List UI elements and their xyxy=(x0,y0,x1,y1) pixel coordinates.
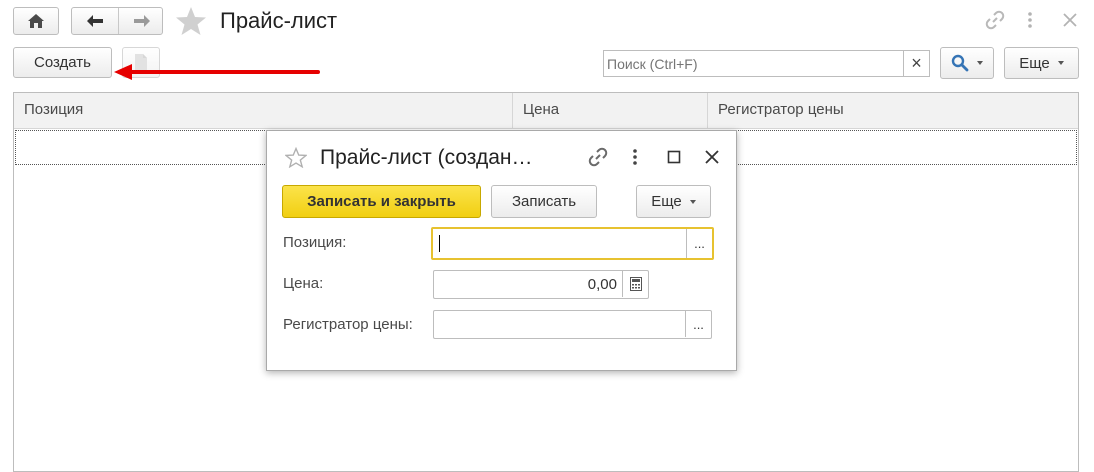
dialog-more-label: Еще xyxy=(651,193,682,210)
price-label: Цена: xyxy=(283,275,324,292)
column-header-price-registrar[interactable]: Регистратор цены xyxy=(708,93,1078,129)
close-icon[interactable] xyxy=(704,149,720,165)
chevron-down-icon xyxy=(689,199,696,204)
price-registrar-select-button[interactable]: ... xyxy=(685,311,711,337)
more-vertical-icon[interactable] xyxy=(1024,10,1036,30)
chevron-down-icon xyxy=(977,61,983,65)
calculator-button[interactable] xyxy=(622,271,648,297)
price-list-create-dialog: Прайс-лист (создан… Записать и закрыть З… xyxy=(266,130,737,371)
favorite-star-icon[interactable] xyxy=(285,147,307,168)
forward-button[interactable] xyxy=(119,8,165,34)
dialog-title: Прайс-лист (создан… xyxy=(320,146,533,169)
arrow-annotation-icon xyxy=(114,64,320,80)
more-button[interactable]: Еще xyxy=(1004,47,1079,79)
table-header: Позиция Цена Регистратор цены xyxy=(14,93,1078,129)
column-header-price[interactable]: Цена xyxy=(513,93,707,129)
more-button-label: Еще xyxy=(1019,54,1050,72)
more-vertical-icon[interactable] xyxy=(630,147,640,167)
home-button[interactable] xyxy=(13,7,59,35)
favorite-star-icon[interactable] xyxy=(175,6,207,36)
search-input[interactable] xyxy=(604,51,902,76)
column-header-position[interactable]: Позиция xyxy=(14,93,512,129)
chevron-down-icon xyxy=(1057,61,1064,65)
price-registrar-label: Регистратор цены: xyxy=(283,316,413,333)
dialog-more-button[interactable]: Еще xyxy=(636,185,711,218)
navigation-buttons xyxy=(71,7,163,35)
search-field[interactable]: × xyxy=(603,50,930,77)
position-field[interactable]: ... xyxy=(431,227,714,260)
price-field[interactable]: 0,00 xyxy=(433,270,649,299)
page-title: Прайс-лист xyxy=(220,8,338,33)
create-button[interactable]: Создать xyxy=(13,47,112,78)
save-and-close-button[interactable]: Записать и закрыть xyxy=(282,185,481,218)
search-button[interactable] xyxy=(940,47,994,79)
home-icon xyxy=(28,14,44,28)
price-registrar-field[interactable]: ... xyxy=(433,310,712,339)
arrow-right-icon xyxy=(134,15,150,27)
text-cursor xyxy=(439,235,440,252)
arrow-left-icon xyxy=(87,15,103,27)
price-value: 0,00 xyxy=(587,276,617,293)
link-icon[interactable] xyxy=(587,146,609,168)
save-button[interactable]: Записать xyxy=(491,185,597,218)
magnifier-icon xyxy=(951,54,969,72)
calculator-icon xyxy=(629,277,642,291)
close-window-icon[interactable] xyxy=(1062,12,1078,28)
back-button[interactable] xyxy=(72,8,118,34)
position-label: Позиция: xyxy=(283,234,347,251)
position-select-button[interactable]: ... xyxy=(686,229,712,258)
search-clear-button[interactable]: × xyxy=(903,51,929,76)
link-icon[interactable] xyxy=(984,9,1006,31)
maximize-icon[interactable] xyxy=(667,150,681,164)
